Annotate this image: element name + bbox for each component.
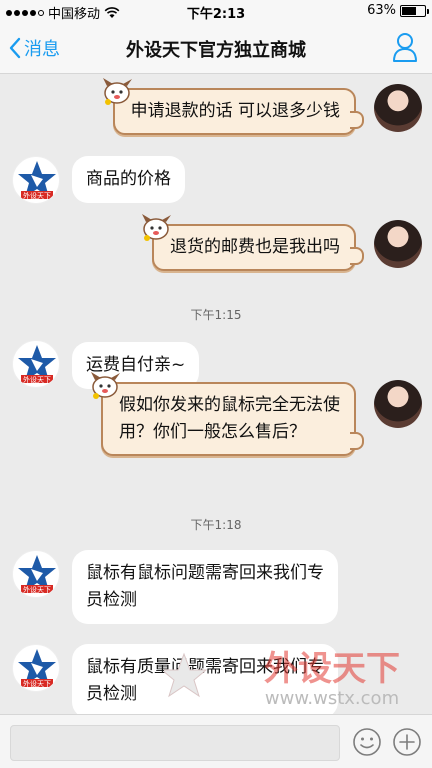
timestamp: 下午1:15 bbox=[190, 308, 242, 322]
message-row: 外设天下 商品的价格 bbox=[0, 152, 432, 206]
dog-sticker-icon bbox=[102, 78, 132, 105]
status-right: 63% bbox=[367, 3, 429, 18]
message-bubble-outgoing[interactable]: 假如你发来的鼠标完全无法使 用？你们一般怎么售后？ bbox=[91, 372, 364, 456]
bubble-tail bbox=[350, 111, 364, 129]
status-bar: 中国移动 下午2:13 63% bbox=[0, 0, 432, 22]
bubble-tail bbox=[350, 432, 364, 450]
message-bubble-outgoing[interactable]: 退货的邮费也是我出吗 bbox=[142, 214, 364, 271]
message-text-line: 鼠标有质量问题需寄回来我们专 bbox=[86, 657, 324, 677]
smiley-icon bbox=[353, 728, 381, 756]
message-text-line: 假如你发来的鼠标完全无法使 bbox=[119, 395, 340, 415]
message-text: 商品的价格 bbox=[86, 169, 171, 189]
shop-logo-icon: 外设天下 bbox=[18, 555, 56, 594]
timestamp: 下午1:18 bbox=[190, 518, 242, 532]
user-avatar[interactable] bbox=[374, 84, 422, 132]
more-button[interactable] bbox=[392, 727, 422, 757]
user-avatar[interactable] bbox=[374, 220, 422, 268]
message-row: 申请退款的话 可以退多少钱 bbox=[0, 78, 432, 140]
message-row: 外设天下 鼠标有鼠标问题需寄回来我们专 员检测 bbox=[0, 546, 432, 626]
svg-text:外设天下: 外设天下 bbox=[23, 679, 51, 688]
message-input[interactable] bbox=[10, 725, 340, 761]
message-text-line: 员检测 bbox=[86, 684, 137, 704]
battery-percent: 63% bbox=[367, 3, 396, 18]
svg-text:外设天下: 外设天下 bbox=[23, 191, 51, 200]
input-bar bbox=[0, 714, 432, 768]
message-row: 假如你发来的鼠标完全无法使 用？你们一般怎么售后？ bbox=[0, 372, 432, 464]
message-bubble-outgoing[interactable]: 申请退款的话 可以退多少钱 bbox=[102, 78, 364, 135]
person-icon bbox=[393, 33, 417, 62]
user-avatar[interactable] bbox=[374, 380, 422, 428]
message-bubble-incoming[interactable]: 商品的价格 bbox=[72, 156, 185, 203]
dog-sticker-icon bbox=[91, 372, 120, 399]
message-text-line: 鼠标有鼠标问题需寄回来我们专 bbox=[86, 563, 324, 583]
chat-area[interactable]: 申请退款的话 可以退多少钱 外设天下 商品的价格 退货的邮费也是我出吗 下午1:… bbox=[0, 74, 432, 714]
navigation-bar: 消息 外设天下官方独立商城 bbox=[0, 22, 432, 74]
message-text: 申请退款的话 可以退多少钱 bbox=[130, 101, 340, 121]
battery-icon bbox=[400, 4, 429, 17]
plus-circle-icon bbox=[393, 728, 421, 756]
shop-avatar[interactable]: 外设天下 bbox=[12, 156, 60, 204]
message-text-line: 用？你们一般怎么售后？ bbox=[119, 422, 306, 442]
message-text-line: 员检测 bbox=[86, 590, 137, 610]
message-bubble-incoming[interactable]: 鼠标有鼠标问题需寄回来我们专 员检测 bbox=[72, 550, 338, 624]
profile-button[interactable] bbox=[392, 32, 418, 66]
bubble-tail bbox=[350, 247, 364, 265]
message-bubble-incoming[interactable]: 鼠标有质量问题需寄回来我们专 员检测 bbox=[72, 644, 338, 714]
dog-sticker-icon bbox=[142, 214, 171, 241]
page-title: 外设天下官方独立商城 bbox=[126, 40, 306, 61]
shop-logo-icon: 外设天下 bbox=[18, 649, 56, 688]
shop-logo-icon: 外设天下 bbox=[18, 161, 56, 200]
battery-fill bbox=[402, 6, 416, 15]
emoji-button[interactable] bbox=[352, 727, 382, 757]
shop-avatar[interactable]: 外设天下 bbox=[12, 644, 60, 692]
svg-text:外设天下: 外设天下 bbox=[23, 585, 51, 594]
message-text: 退货的邮费也是我出吗 bbox=[170, 237, 340, 257]
shop-avatar[interactable]: 外设天下 bbox=[12, 550, 60, 598]
message-row: 外设天下 鼠标有质量问题需寄回来我们专 员检测 bbox=[0, 640, 432, 714]
message-row: 退货的邮费也是我出吗 bbox=[0, 214, 432, 276]
